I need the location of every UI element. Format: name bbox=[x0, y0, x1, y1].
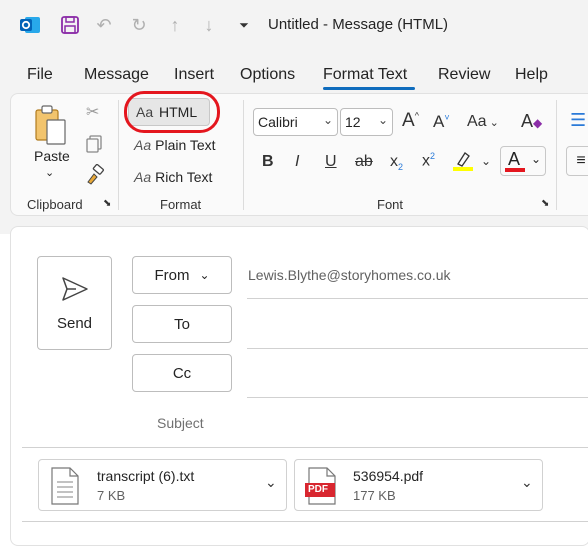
tab-options[interactable]: Options bbox=[240, 66, 295, 84]
format-painter-icon[interactable] bbox=[84, 163, 106, 191]
save-icon[interactable] bbox=[58, 13, 82, 37]
from-field-line bbox=[247, 298, 588, 299]
clear-formatting-icon[interactable]: A◆ bbox=[521, 111, 542, 132]
bullets-icon[interactable]: ☰ bbox=[570, 110, 586, 131]
copy-icon[interactable] bbox=[84, 134, 104, 159]
chevron-down-icon: ⌄ bbox=[322, 113, 333, 127]
text-file-icon bbox=[51, 467, 79, 505]
font-size-dropdown[interactable]: 12 ⌄ bbox=[340, 108, 393, 136]
underline-icon[interactable]: U bbox=[325, 153, 337, 171]
attachments-divider bbox=[22, 521, 588, 522]
font-name-value: Calibri bbox=[258, 114, 298, 130]
attachment-size: 7 KB bbox=[97, 488, 126, 503]
strikethrough-icon[interactable]: ab bbox=[355, 153, 373, 171]
chevron-down-icon: ⌄ bbox=[531, 152, 542, 166]
font-group-label: Font bbox=[377, 197, 404, 212]
chevron-down-icon[interactable]: ⌄ bbox=[521, 474, 533, 491]
send-button[interactable]: Send bbox=[37, 256, 112, 350]
to-label: To bbox=[174, 315, 190, 333]
grow-font-icon[interactable]: A^ bbox=[402, 110, 419, 132]
clipboard-paste-icon bbox=[35, 105, 66, 145]
rich-text-label: Rich Text bbox=[155, 169, 213, 185]
active-tab-indicator bbox=[323, 87, 415, 90]
tab-help[interactable]: Help bbox=[515, 66, 548, 84]
undo-icon[interactable]: ↶ bbox=[92, 13, 116, 37]
menu-bar: File Message Insert Options Format Text … bbox=[0, 52, 588, 92]
format-group-label: Format bbox=[160, 197, 202, 212]
chevron-down-icon: ⌄ bbox=[199, 268, 210, 282]
redo-icon[interactable]: ↻ bbox=[127, 13, 151, 37]
attachment-name: transcript (6).txt bbox=[97, 468, 195, 484]
from-button[interactable]: From ⌄ bbox=[132, 256, 232, 294]
subject-field[interactable] bbox=[247, 404, 588, 438]
to-button[interactable]: To bbox=[132, 305, 232, 343]
attachment-size: 177 KB bbox=[353, 488, 396, 503]
send-label: Send bbox=[56, 314, 93, 332]
aa-icon: Aa bbox=[134, 137, 152, 153]
down-arrow-icon[interactable]: ↓ bbox=[197, 13, 221, 37]
italic-icon[interactable]: I bbox=[295, 153, 299, 171]
tab-file[interactable]: File bbox=[27, 66, 53, 84]
pdf-badge: PDF bbox=[308, 484, 328, 495]
plain-text-format-option[interactable]: Aa Plain Text bbox=[134, 137, 216, 153]
chevron-down-icon: ⌄ bbox=[377, 113, 388, 127]
chevron-down-icon[interactable]: ⌄ bbox=[481, 154, 491, 168]
subscript-icon[interactable]: x2 bbox=[390, 153, 403, 172]
chevron-down-icon[interactable]: ⌄ bbox=[265, 474, 277, 491]
paste-label: Paste bbox=[34, 148, 70, 164]
title-bar: ↶ ↻ ↑ ↓ ⏷ Untitled - Message (HTML) bbox=[0, 0, 588, 52]
tab-format-text[interactable]: Format Text bbox=[323, 66, 407, 84]
cc-field-line bbox=[247, 397, 588, 398]
change-case-icon[interactable]: Aa ⌄ bbox=[467, 113, 499, 131]
dialog-launcher-icon[interactable]: ⬊ bbox=[103, 198, 111, 209]
superscript-icon[interactable]: x2 bbox=[422, 151, 435, 170]
ribbon-separator bbox=[243, 100, 244, 210]
ribbon-separator bbox=[556, 100, 557, 210]
send-icon bbox=[61, 276, 88, 301]
bold-icon[interactable]: B bbox=[262, 153, 274, 171]
subject-field-line bbox=[22, 447, 588, 448]
rich-text-format-option[interactable]: Aa Rich Text bbox=[134, 169, 212, 185]
cc-field[interactable] bbox=[247, 354, 588, 396]
cc-label: Cc bbox=[172, 364, 192, 382]
shrink-font-icon[interactable]: A˅ bbox=[433, 112, 450, 132]
highlight-icon[interactable] bbox=[452, 150, 474, 177]
font-color-button[interactable]: A ⌄ bbox=[500, 146, 546, 176]
paste-button[interactable]: Paste ⌄ bbox=[30, 100, 74, 184]
subject-label: Subject bbox=[157, 415, 204, 431]
font-name-dropdown[interactable]: Calibri ⌄ bbox=[253, 108, 338, 136]
from-value: Lewis.Blythe@storyhomes.co.uk bbox=[248, 267, 451, 283]
cc-button[interactable]: Cc bbox=[132, 354, 232, 392]
highlight-annotation bbox=[124, 91, 220, 133]
align-left-button[interactable]: ≡ bbox=[566, 146, 588, 176]
plain-text-label: Plain Text bbox=[155, 137, 216, 153]
attachment-item[interactable]: PDF 536954.pdf 177 KB ⌄ bbox=[294, 459, 543, 511]
window-title: Untitled - Message (HTML) bbox=[268, 16, 449, 33]
clipboard-group-label: Clipboard bbox=[27, 197, 83, 212]
up-arrow-icon[interactable]: ↑ bbox=[163, 13, 187, 37]
font-color-icon: A bbox=[508, 149, 521, 169]
chevron-down-icon: ⌄ bbox=[45, 167, 55, 179]
tab-message[interactable]: Message bbox=[84, 66, 149, 84]
attachment-item[interactable]: transcript (6).txt 7 KB ⌄ bbox=[38, 459, 287, 511]
ribbon-separator bbox=[118, 100, 119, 210]
to-field-line bbox=[247, 348, 588, 349]
attachment-name: 536954.pdf bbox=[353, 468, 424, 484]
aa-icon: Aa bbox=[134, 169, 152, 185]
cut-icon[interactable]: ✂ bbox=[86, 102, 99, 122]
dialog-launcher-icon[interactable]: ⬊ bbox=[541, 198, 549, 209]
tab-insert[interactable]: Insert bbox=[174, 66, 214, 84]
tab-review[interactable]: Review bbox=[438, 66, 490, 84]
outlook-logo-icon bbox=[18, 13, 42, 37]
from-label: From bbox=[154, 266, 190, 284]
font-size-value: 12 bbox=[345, 114, 361, 130]
customize-qat-icon[interactable]: ⏷ bbox=[232, 13, 256, 37]
font-color-bar bbox=[505, 168, 525, 172]
to-field[interactable] bbox=[247, 305, 588, 347]
